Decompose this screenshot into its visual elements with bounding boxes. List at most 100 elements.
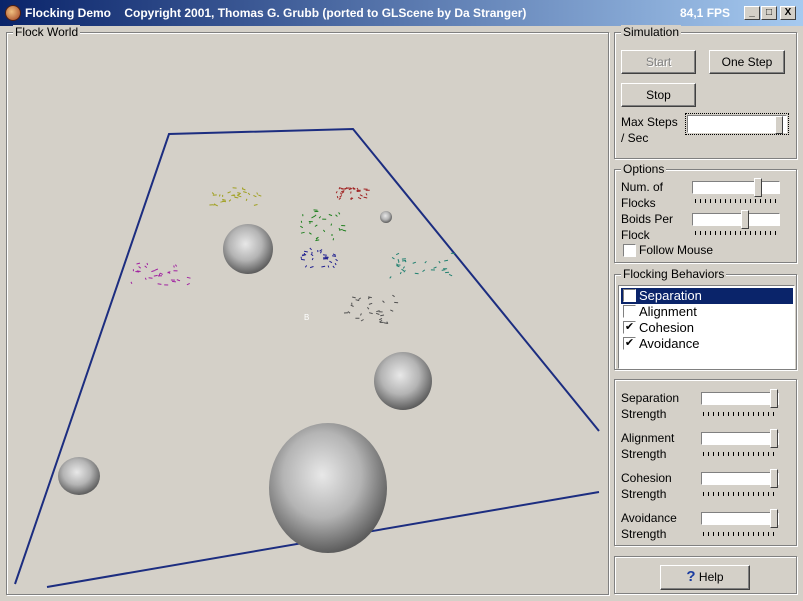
fps-counter: 84,1 FPS (680, 6, 731, 20)
flock-world-viewport[interactable]: B (7, 33, 608, 594)
boid (399, 271, 402, 275)
boid (332, 255, 337, 257)
boid (402, 266, 406, 269)
boid (228, 199, 232, 202)
behaviors-listbox[interactable]: Separation Alignment ✔ Cohesion ✔ Avoidance (618, 285, 795, 369)
simulation-label: Simulation (621, 25, 682, 39)
boid (347, 311, 351, 314)
behavior-item-alignment[interactable]: Alignment (621, 304, 793, 320)
follow-mouse-checkbox[interactable] (623, 244, 636, 257)
boid (368, 302, 373, 305)
num-flocks-slider-thumb[interactable] (754, 178, 762, 197)
minimize-button[interactable]: _ (744, 6, 760, 20)
boid (213, 203, 216, 206)
strength-slider-thumb-2[interactable] (770, 469, 778, 488)
boid (389, 276, 392, 279)
boid (176, 279, 181, 282)
flock-world-panel: Flock World B (6, 25, 609, 595)
strength-label-2: Cohesion (621, 471, 672, 485)
boid (350, 304, 354, 307)
boid (234, 196, 239, 199)
start-button[interactable]: Start (621, 50, 696, 74)
behavior-item-avoidance[interactable]: ✔ Avoidance (621, 336, 793, 352)
boid (402, 260, 407, 262)
boid (218, 194, 221, 197)
behavior-item-cohesion[interactable]: ✔ Cohesion (621, 320, 793, 336)
boid (395, 252, 400, 256)
boid (237, 192, 241, 194)
stop-button[interactable]: Stop (621, 83, 696, 107)
boid (380, 314, 385, 317)
app-icon[interactable] (5, 5, 21, 21)
obstacle-sphere-left (58, 457, 100, 495)
boid (382, 300, 385, 303)
strength-label-line2-0: Strength (621, 407, 667, 421)
behavior-checkbox-avoidance[interactable]: ✔ (623, 337, 636, 350)
boids-per-flock-slider-thumb[interactable] (741, 210, 749, 229)
strength-slider-thumb-1[interactable] (770, 429, 778, 448)
max-steps-label-2: / Sec (621, 131, 649, 145)
boid (355, 299, 360, 302)
boid (338, 197, 342, 200)
maximize-button[interactable]: □ (761, 6, 777, 20)
obstacle-sphere-upper (223, 224, 273, 274)
simulation-group: Simulation Start One Step Stop Max Steps… (614, 25, 797, 159)
boid (314, 224, 318, 227)
strength-slider-thumb-3[interactable] (770, 509, 778, 528)
behavior-label: Alignment (639, 304, 697, 319)
strength-slider-1[interactable] (701, 429, 779, 448)
behavior-checkbox-alignment[interactable] (623, 305, 636, 318)
boid (357, 196, 362, 200)
close-button[interactable]: X (780, 6, 796, 20)
strength-ticks-3 (703, 532, 778, 536)
strength-label-0: Separation (621, 391, 680, 405)
help-button[interactable]: ? Help (660, 565, 750, 590)
boid (368, 312, 373, 315)
boids-per-flock-slider[interactable] (692, 210, 780, 229)
follow-mouse-label[interactable]: Follow Mouse (639, 242, 713, 258)
flocks-layer (130, 187, 455, 324)
boid (304, 265, 308, 268)
strength-ticks-2 (703, 492, 778, 496)
options-label: Options (621, 162, 667, 176)
title-bar[interactable]: Flocking Demo Copyright 2001, Thomas G. … (0, 0, 803, 26)
max-steps-slider[interactable] (685, 113, 789, 135)
boid (227, 191, 231, 194)
boid (358, 297, 362, 300)
strength-label-1: Alignment (621, 431, 675, 445)
flocking-behaviors-group: Flocking Behaviors Separation Alignment ✔ C… (614, 267, 797, 370)
num-flocks-slider[interactable] (692, 178, 780, 197)
boid (318, 216, 322, 219)
strength-slider-thumb-0[interactable] (770, 389, 778, 408)
boid (327, 265, 330, 268)
behavior-checkbox-separation[interactable] (623, 289, 636, 302)
strength-slider-2[interactable] (701, 469, 779, 488)
boid (309, 247, 312, 251)
behavior-checkbox-cohesion[interactable]: ✔ (623, 321, 636, 334)
boid (356, 187, 359, 191)
one-step-button[interactable]: One Step (709, 50, 785, 74)
behavior-label: Cohesion (639, 320, 694, 335)
boid (144, 265, 148, 268)
obstacle-sphere-medium (374, 352, 432, 410)
obstacle-sphere-small (380, 211, 392, 223)
boid (232, 194, 236, 197)
boid (339, 195, 343, 198)
boid (329, 260, 333, 264)
boid (144, 277, 147, 280)
boid (332, 238, 335, 241)
boid (336, 195, 339, 199)
strength-label-line2-2: Strength (621, 487, 667, 501)
obstacle-sphere-large (269, 423, 387, 553)
boid (300, 231, 305, 234)
strength-slider-3[interactable] (701, 509, 779, 528)
max-steps-slider-thumb[interactable] (775, 116, 783, 134)
strength-ticks-0 (703, 412, 778, 416)
boid (311, 215, 315, 219)
strength-slider-0[interactable] (701, 389, 779, 408)
boid (153, 274, 158, 277)
boid (414, 272, 419, 275)
strength-label-3: Avoidance (621, 511, 677, 525)
boid (186, 276, 191, 279)
behavior-item-separation[interactable]: Separation (620, 287, 794, 305)
